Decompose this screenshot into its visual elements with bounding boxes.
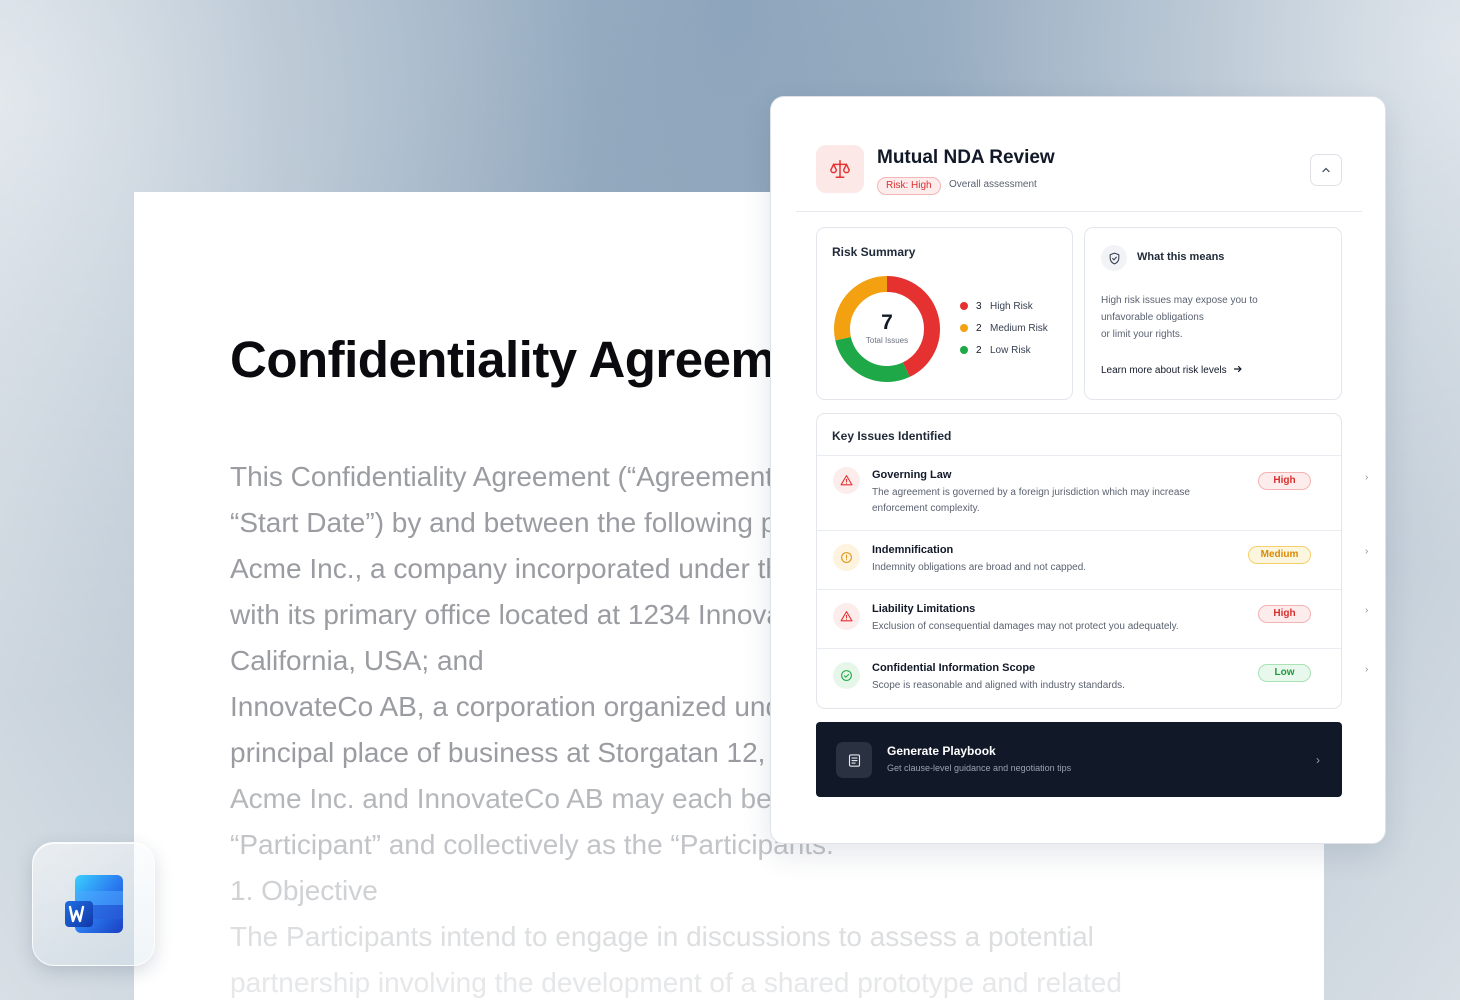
word-app-tile[interactable] bbox=[32, 842, 155, 966]
document-line: 1. Objective bbox=[230, 875, 378, 906]
issue-liability-limitations[interactable]: Liability Limitations Exclusion of conse… bbox=[817, 603, 1368, 637]
learn-more-link[interactable]: Learn more about risk levels bbox=[1101, 364, 1243, 376]
severity-badge: High bbox=[1258, 472, 1311, 490]
legend-count: 2 bbox=[976, 344, 982, 356]
issue-governing-law[interactable]: Governing Law The agreement is governed … bbox=[817, 467, 1368, 527]
legend-count: 3 bbox=[976, 300, 982, 312]
description-line: enforcement complexity. bbox=[872, 503, 980, 514]
generate-playbook-button[interactable]: Generate Playbook Get clause-level guida… bbox=[816, 722, 1342, 797]
divider bbox=[817, 530, 1341, 531]
severity-badge: High bbox=[1258, 605, 1311, 623]
legend-dot bbox=[960, 302, 968, 310]
document-line: partnership involving the development of… bbox=[230, 967, 1122, 998]
risk-summary-title: Risk Summary bbox=[832, 245, 916, 259]
what-this-means-body: High risk issues may expose you to unfav… bbox=[1101, 292, 1321, 343]
learn-more-label: Learn more about risk levels bbox=[1101, 365, 1227, 376]
chevron-right-icon: › bbox=[1316, 753, 1320, 767]
divider bbox=[817, 455, 1341, 456]
chevron-up-icon bbox=[1322, 167, 1330, 173]
document-line: The Participants intend to engage in dis… bbox=[230, 921, 1094, 952]
description-line: The agreement is governed by a foreign j… bbox=[872, 487, 1190, 498]
legend-medium-risk: 2 Medium Risk bbox=[960, 321, 1048, 335]
divider bbox=[817, 589, 1341, 590]
info-circle-icon bbox=[833, 544, 860, 571]
what-this-means-title: What this means bbox=[1137, 251, 1225, 263]
word-icon bbox=[65, 875, 123, 933]
overall-risk-badge: Risk: High bbox=[877, 177, 941, 195]
severity-badge: Medium bbox=[1248, 546, 1311, 564]
legend-label: Medium Risk bbox=[990, 322, 1048, 334]
chevron-right-icon: › bbox=[1365, 605, 1369, 616]
issue-description: Exclusion of consequential damages may n… bbox=[872, 619, 1242, 635]
legend-low-risk: 2 Low Risk bbox=[960, 343, 1031, 357]
description-line: Exclusion of consequential damages may n… bbox=[872, 621, 1179, 632]
review-title: Mutual NDA Review bbox=[877, 147, 1055, 168]
total-issues-count: 7 bbox=[881, 311, 893, 334]
issue-description: The agreement is governed by a foreign j… bbox=[872, 485, 1242, 517]
arrow-right-icon bbox=[1234, 365, 1243, 373]
issue-title: Governing Law bbox=[872, 469, 952, 481]
body-line: High risk issues may expose you to bbox=[1101, 295, 1258, 306]
issue-title: Confidential Information Scope bbox=[872, 662, 1036, 674]
legend-dot bbox=[960, 346, 968, 354]
review-panel: Mutual NDA Review Risk: High Overall ass… bbox=[770, 96, 1386, 844]
document-icon bbox=[836, 742, 872, 778]
legend-high-risk: 3 High Risk bbox=[960, 299, 1033, 313]
shield-check-icon bbox=[1101, 245, 1127, 271]
issue-confidential-information-scope[interactable]: Confidential Information Scope Scope is … bbox=[817, 662, 1368, 696]
document-title: Confidentiality Agreement bbox=[230, 331, 851, 388]
chevron-right-icon: › bbox=[1365, 664, 1369, 675]
issue-indemnification[interactable]: Indemnification Indemnity obligations ar… bbox=[817, 544, 1368, 578]
severity-badge: Low bbox=[1258, 664, 1311, 682]
description-line: Indemnity obligations are broad and not … bbox=[872, 562, 1087, 573]
body-line: or limit your rights. bbox=[1101, 329, 1183, 340]
overall-assessment-label: Overall assessment bbox=[949, 179, 1037, 190]
description-line: Scope is reasonable and aligned with ind… bbox=[872, 680, 1125, 691]
issue-description: Indemnity obligations are broad and not … bbox=[872, 560, 1242, 576]
chevron-right-icon: › bbox=[1365, 472, 1369, 483]
issue-title: Indemnification bbox=[872, 544, 954, 556]
cta-subtitle: Get clause-level guidance and negotiatio… bbox=[887, 763, 1072, 773]
cta-title: Generate Playbook bbox=[887, 744, 996, 758]
divider bbox=[817, 648, 1341, 649]
header-divider bbox=[796, 211, 1362, 212]
total-issues-label: Total Issues bbox=[865, 336, 909, 345]
legend-dot bbox=[960, 324, 968, 332]
collapse-button[interactable] bbox=[1310, 154, 1342, 186]
check-circle-icon bbox=[833, 662, 860, 689]
legend-label: High Risk bbox=[990, 300, 1033, 312]
warning-triangle-icon bbox=[833, 603, 860, 630]
chevron-right-icon: › bbox=[1365, 546, 1369, 557]
legend-count: 2 bbox=[976, 322, 982, 334]
legend-label: Low Risk bbox=[990, 344, 1031, 356]
issue-title: Liability Limitations bbox=[872, 603, 976, 615]
key-issues-title: Key Issues Identified bbox=[832, 429, 952, 443]
scales-icon bbox=[816, 145, 864, 193]
body-line: unfavorable obligations bbox=[1101, 312, 1204, 323]
warning-triangle-icon bbox=[833, 467, 860, 494]
issue-description: Scope is reasonable and aligned with ind… bbox=[872, 678, 1242, 694]
